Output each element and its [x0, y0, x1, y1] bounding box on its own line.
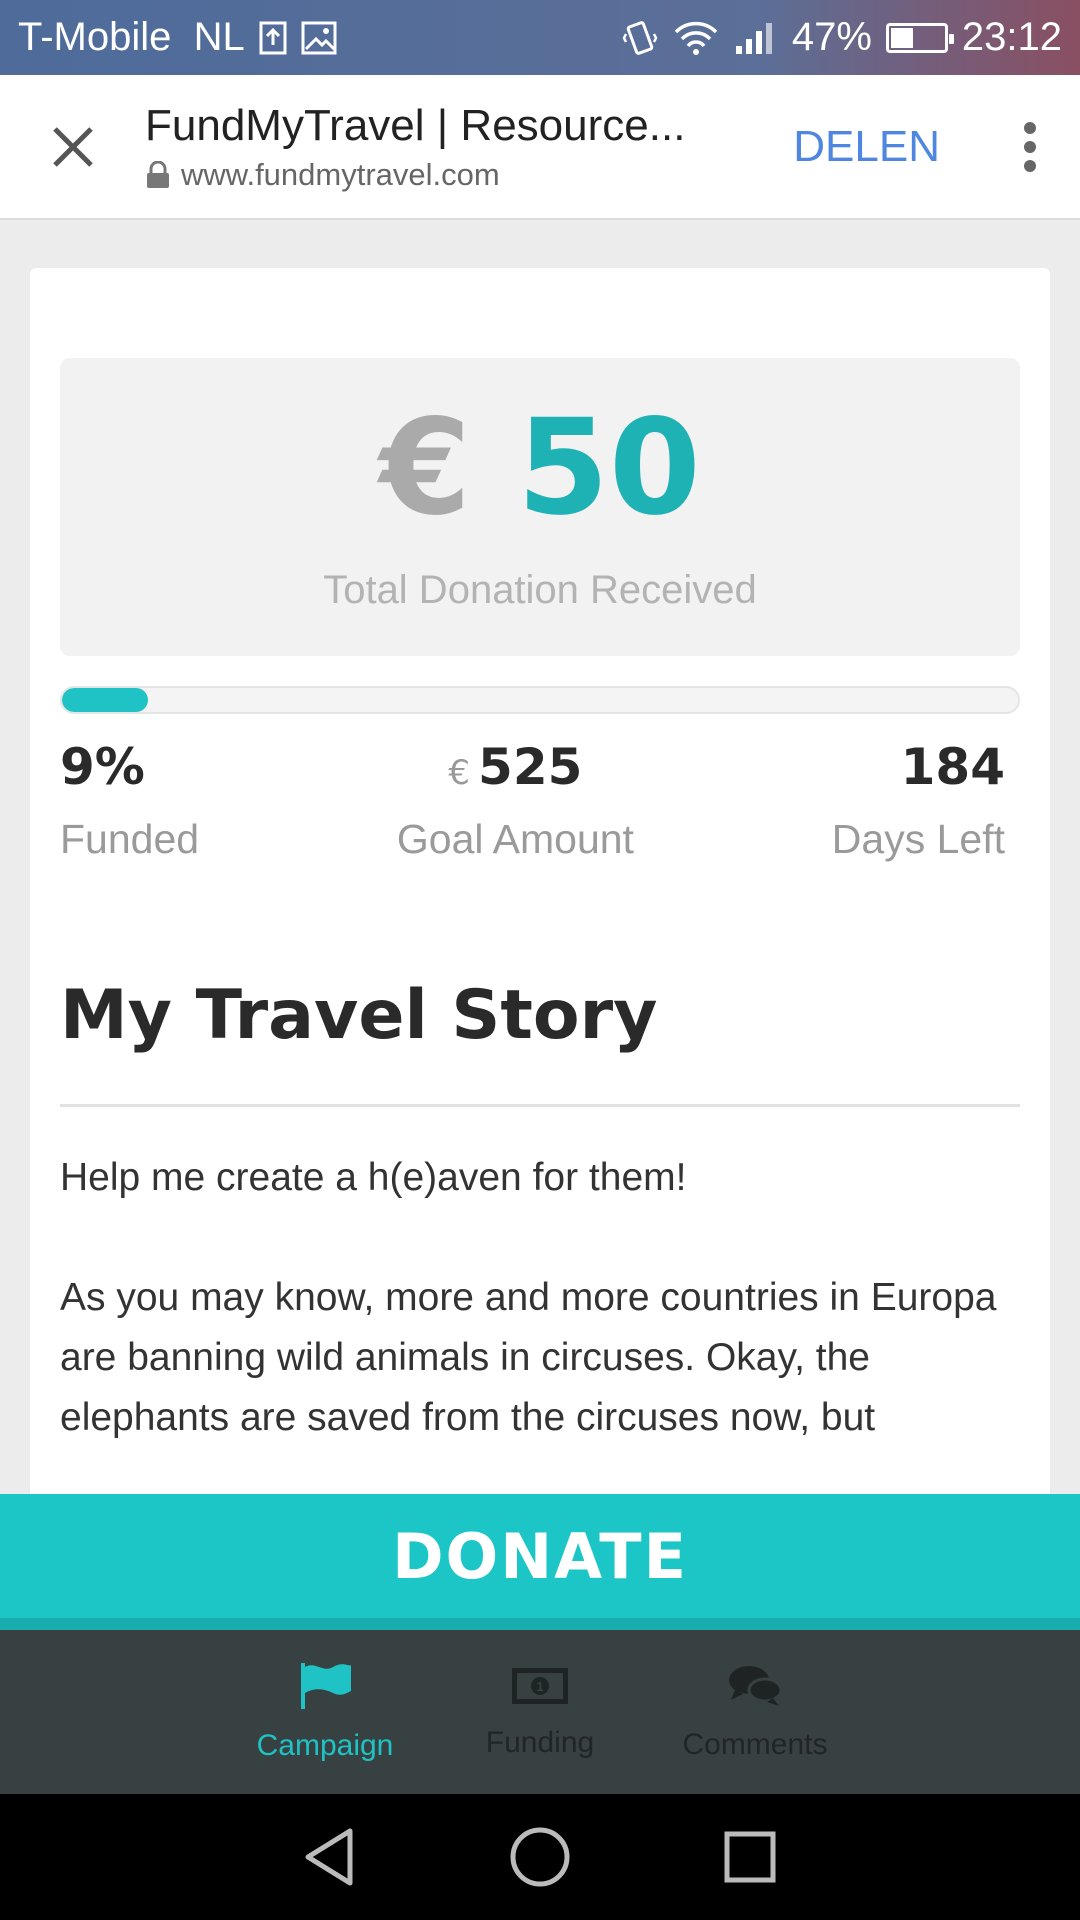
home-circle-icon — [510, 1827, 570, 1887]
page-title: FundMyTravel | Resource... — [145, 100, 686, 150]
image-notification-icon — [301, 21, 337, 55]
stats-row: 9% Funded € 525 Goal Amount 184 Days Lef… — [60, 738, 1005, 863]
more-vert-icon — [1024, 121, 1036, 172]
lock-icon — [147, 160, 169, 188]
tab-campaign[interactable]: Campaign — [238, 1630, 413, 1794]
tab-label: Funding — [485, 1726, 595, 1759]
wifi-icon — [672, 20, 720, 56]
home-button[interactable] — [500, 1817, 580, 1897]
carrier-name: T-Mobile NL — [18, 15, 245, 59]
recents-square-icon — [724, 1831, 776, 1883]
svg-text:1: 1 — [536, 1679, 543, 1694]
battery-level — [890, 27, 914, 48]
clock: 23:12 — [961, 15, 1062, 59]
url-text: www.fundmytravel.com — [181, 156, 500, 192]
days-label: Days Left — [831, 816, 1005, 862]
page-content[interactable]: € 50 Total Donation Received 9% Funded €… — [0, 222, 1080, 1494]
story-title: My Travel Story — [60, 976, 658, 1055]
tab-label: Campaign — [256, 1729, 394, 1762]
more-menu-button[interactable] — [980, 74, 1080, 219]
stat-funded: 9% Funded — [60, 738, 199, 863]
battery-percent: 47% — [791, 15, 872, 59]
close-icon — [52, 126, 93, 167]
status-left: T-Mobile NL — [18, 15, 337, 60]
tab-funding[interactable]: 1 Funding — [453, 1630, 628, 1794]
upload-notification-icon — [259, 21, 287, 55]
tab-comments[interactable]: Comments — [668, 1630, 843, 1794]
bottom-tab-bar: Campaign 1 Funding Comments — [0, 1630, 1080, 1794]
funding-progress-bar — [60, 686, 1020, 714]
battery-icon — [885, 22, 954, 53]
stat-days-left: 184 Days Left — [832, 738, 1005, 863]
system-nav-bar — [0, 1794, 1080, 1920]
story-paragraph: As you may know, more and more countries… — [60, 1276, 997, 1439]
back-triangle-icon — [305, 1828, 353, 1886]
money-icon: 1 — [512, 1668, 568, 1704]
recents-button[interactable] — [710, 1817, 790, 1897]
goal-value: 525 — [478, 738, 583, 796]
story-text: Help me create a h(e)aven for them! As y… — [60, 1148, 1020, 1494]
goal-label: Goal Amount — [396, 816, 634, 862]
close-button[interactable] — [0, 74, 145, 219]
stat-goal: € 525 Goal Amount — [397, 738, 634, 863]
status-bar: T-Mobile NL 47% 23:12 — [0, 0, 1080, 75]
funded-label: Funded — [60, 816, 200, 862]
donation-value: 50 — [517, 391, 701, 545]
status-right: 47% 23:12 — [622, 15, 1062, 60]
browser-toolbar: FundMyTravel | Resource... www.fundmytra… — [0, 75, 1080, 220]
url-block: FundMyTravel | Resource... www.fundmytra… — [145, 101, 753, 193]
donate-button[interactable]: DONATE — [0, 1494, 1080, 1630]
vibrate-icon — [622, 20, 658, 56]
funding-progress-fill — [62, 688, 149, 712]
comments-icon — [729, 1666, 783, 1706]
goal-currency: € — [448, 753, 471, 793]
signal-icon — [734, 20, 778, 56]
story-paragraph: Help me create a h(e)aven for them! — [60, 1156, 687, 1199]
donation-total-box: € 50 Total Donation Received — [60, 358, 1020, 656]
share-button[interactable]: DELEN — [753, 122, 980, 172]
url-line: www.fundmytravel.com — [145, 157, 753, 193]
donation-amount: € 50 — [60, 402, 1020, 534]
funding-summary-card: € 50 Total Donation Received 9% Funded €… — [30, 268, 1050, 952]
story-divider — [60, 1104, 1020, 1107]
tab-label: Comments — [682, 1728, 828, 1761]
flag-icon — [301, 1663, 351, 1709]
back-button[interactable] — [290, 1817, 370, 1897]
funded-value: 9% — [60, 738, 145, 796]
donate-label: DONATE — [392, 1519, 688, 1593]
days-value: 184 — [900, 738, 1005, 796]
donation-currency: € — [379, 391, 472, 545]
donation-label: Total Donation Received — [323, 568, 757, 612]
story-card: My Travel Story Help me create a h(e)ave… — [30, 938, 1050, 1494]
goal-value-row: € 525 — [448, 738, 582, 796]
